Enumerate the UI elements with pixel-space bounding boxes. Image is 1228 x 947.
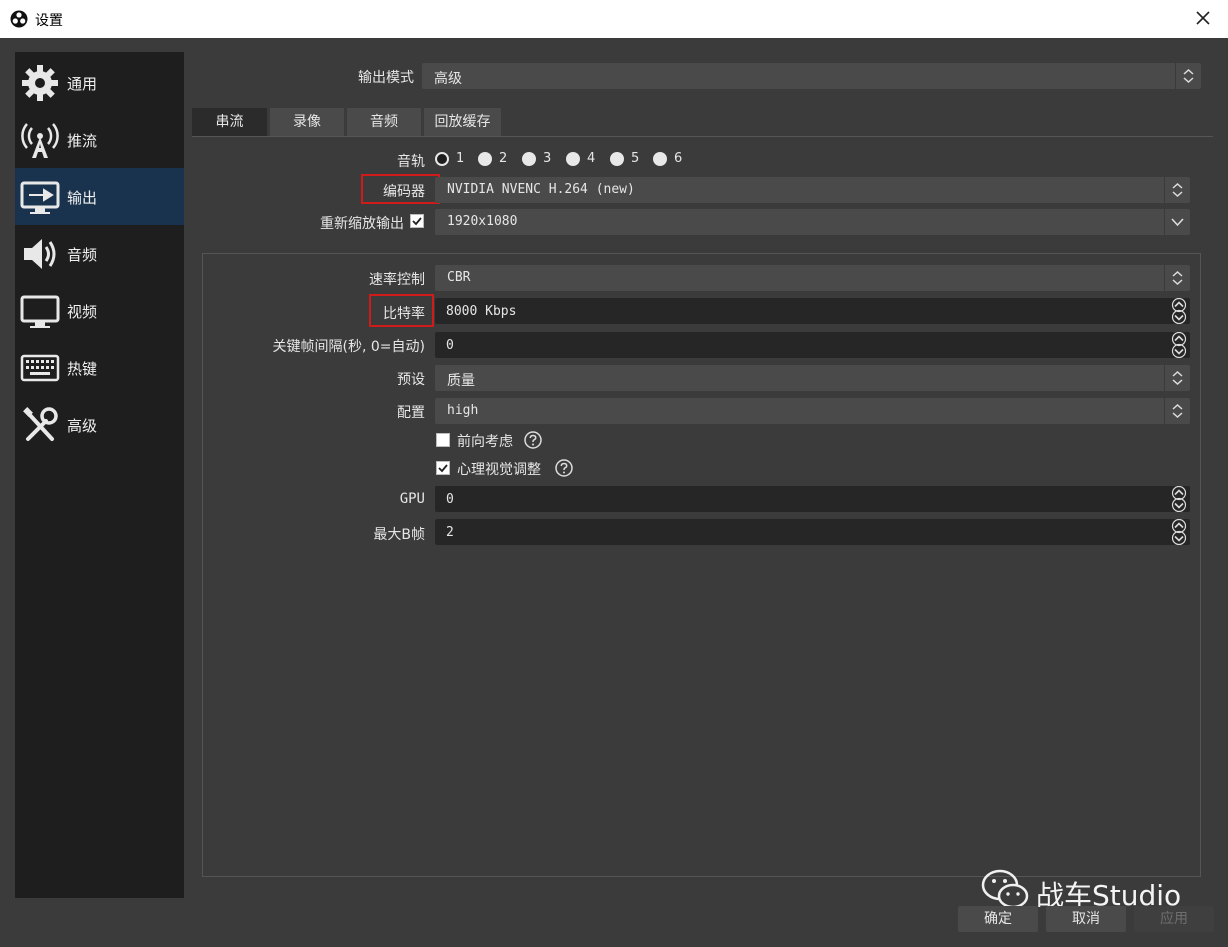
sidebar-item-label: 推流 — [67, 132, 98, 150]
tools-icon — [23, 407, 58, 441]
audio-track-radio-5[interactable]: 5 — [610, 151, 646, 167]
audio-track-radio-2[interactable]: 2 — [478, 151, 514, 167]
cancel-button[interactable]: 取消 — [1046, 906, 1126, 932]
tab-divider — [192, 136, 1213, 137]
close-icon[interactable] — [1192, 7, 1214, 29]
updown-chevron-icon — [1164, 265, 1183, 291]
sidebar-item-label: 视频 — [67, 303, 98, 321]
gear-icon — [22, 65, 58, 101]
sidebar-item-audio[interactable]: 音频 — [15, 225, 184, 282]
psycho-visual-label: 心理视觉调整 — [457, 462, 541, 478]
preset-select[interactable]: 质量 — [435, 365, 1190, 391]
profile-label: 配置 — [397, 405, 425, 421]
audio-track-radio-6[interactable]: 6 — [653, 151, 689, 167]
obs-logo-icon — [10, 10, 28, 28]
sidebar-item-advanced[interactable]: 高级 — [15, 396, 184, 453]
tab-recording[interactable]: 录像 — [270, 108, 344, 136]
sidebar-item-general[interactable]: 通用 — [15, 54, 184, 111]
max-bframes-value: 2 — [446, 525, 454, 540]
keyframe-interval-spinbox[interactable]: 0 — [435, 332, 1190, 358]
rescale-label: 重新缩放输出 — [320, 216, 404, 232]
rescale-resolution-select[interactable]: 1920x1080 — [435, 209, 1190, 235]
tab-replay-buffer[interactable]: 回放缓存 — [424, 108, 501, 136]
bitrate-spinbox[interactable]: 8000 Kbps — [435, 298, 1190, 324]
output-monitor-icon — [20, 181, 60, 214]
ok-button[interactable]: 确定 — [958, 906, 1038, 932]
spin-arrows-icon[interactable] — [1168, 332, 1190, 358]
preset-value: 质量 — [447, 373, 475, 389]
sidebar-item-label: 音频 — [67, 246, 98, 264]
profile-select[interactable]: high — [435, 398, 1190, 424]
psycho-visual-checkbox[interactable] — [436, 461, 450, 475]
spin-arrows-icon[interactable] — [1168, 298, 1190, 324]
monitor-icon — [20, 295, 60, 328]
output-mode-select[interactable]: 高级 — [422, 63, 1201, 89]
preset-label: 预设 — [397, 372, 425, 388]
sidebar-item-hotkeys[interactable]: 热键 — [15, 339, 184, 396]
updown-chevron-icon — [1164, 177, 1183, 203]
sidebar-item-label: 高级 — [67, 417, 98, 435]
keyboard-icon — [20, 354, 60, 382]
sidebar-item-label: 输出 — [67, 189, 98, 207]
spin-arrows-icon[interactable] — [1168, 519, 1190, 545]
broadcast-antenna-icon — [21, 123, 59, 158]
bitrate-value: 8000 Kbps — [446, 304, 517, 319]
rate-control-label: 速率控制 — [369, 272, 425, 288]
encoder-label: 编码器 — [383, 184, 425, 200]
sidebar-item-video[interactable]: 视频 — [15, 282, 184, 339]
encoder-value: NVIDIA NVENC H.264 (new) — [447, 182, 635, 197]
updown-chevron-icon — [1164, 398, 1183, 424]
help-question-icon[interactable] — [524, 431, 542, 449]
gpu-spinbox[interactable]: 0 — [435, 486, 1190, 512]
spin-arrows-icon[interactable] — [1168, 486, 1190, 512]
keyframe-interval-label: 关键帧间隔(秒, 0=自动) — [272, 339, 425, 355]
profile-value: high — [447, 403, 479, 418]
title-bar: 设置 — [0, 0, 1228, 38]
checkmark-icon — [412, 217, 422, 226]
gpu-label: GPU — [399, 491, 425, 507]
updown-chevron-icon — [1175, 63, 1194, 89]
apply-button[interactable]: 应用 — [1134, 906, 1214, 932]
tab-audio[interactable]: 音频 — [347, 108, 421, 136]
rate-control-value: CBR — [447, 270, 471, 285]
bitrate-label: 比特率 — [383, 306, 425, 322]
checkmark-icon — [438, 464, 448, 473]
lookahead-checkbox[interactable] — [436, 433, 450, 447]
keyframe-interval-value: 0 — [446, 338, 454, 353]
rate-control-select[interactable]: CBR — [435, 265, 1190, 291]
updown-chevron-icon — [1164, 365, 1183, 391]
sidebar-item-stream[interactable]: 推流 — [15, 111, 184, 168]
lookahead-label: 前向考虑 — [457, 434, 513, 450]
max-bframes-label: 最大B帧 — [373, 527, 425, 543]
audio-track-radio-3[interactable]: 3 — [522, 151, 558, 167]
sidebar-item-label: 热键 — [67, 360, 98, 378]
audio-track-radio-4[interactable]: 4 — [566, 151, 602, 167]
rescale-resolution-value: 1920x1080 — [447, 214, 518, 229]
output-mode-label: 输出模式 — [358, 70, 414, 86]
max-bframes-spinbox[interactable]: 2 — [435, 519, 1190, 545]
audio-track-label: 音轨 — [397, 154, 425, 170]
sidebar: 通用 推流 输出 音频 视频 热键 高级 — [15, 52, 184, 898]
rescale-checkbox[interactable] — [410, 214, 424, 228]
output-mode-value: 高级 — [434, 71, 462, 87]
help-question-icon[interactable] — [555, 459, 573, 477]
encoder-select[interactable]: NVIDIA NVENC H.264 (new) — [435, 177, 1190, 203]
speaker-icon — [24, 239, 56, 269]
window-title: 设置 — [35, 13, 63, 29]
tab-streaming[interactable]: 串流 — [192, 108, 267, 136]
sidebar-item-label: 通用 — [67, 75, 98, 93]
gpu-value: 0 — [446, 492, 454, 507]
audio-track-radio-1[interactable]: 1 — [435, 151, 471, 167]
sidebar-item-output[interactable]: 输出 — [15, 168, 184, 225]
chevron-down-icon — [1164, 209, 1184, 235]
